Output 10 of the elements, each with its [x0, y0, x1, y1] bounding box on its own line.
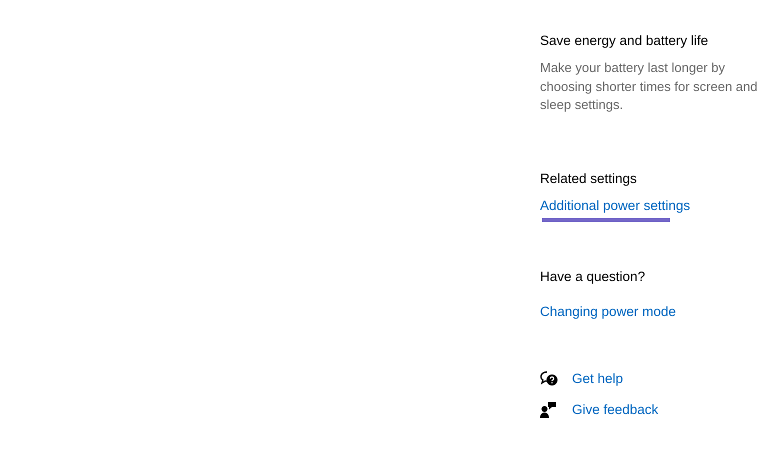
- help-link[interactable]: Get help: [572, 370, 624, 388]
- help-link[interactable]: Give feedback: [572, 400, 658, 418]
- description-text: Make your battery last longer by choosing shorter times for screen and sleep settings.: [540, 59, 758, 114]
- section-heading: Related settings: [540, 170, 638, 188]
- section-heading: Have a question?: [540, 268, 646, 286]
- person-speech-icon: [540, 401, 556, 418]
- help-link[interactable]: Changing power mode: [540, 302, 676, 320]
- settings-link[interactable]: Additional power settings: [540, 196, 690, 214]
- chat-question-icon: [540, 370, 558, 386]
- section-heading: Save energy and battery life: [540, 32, 710, 50]
